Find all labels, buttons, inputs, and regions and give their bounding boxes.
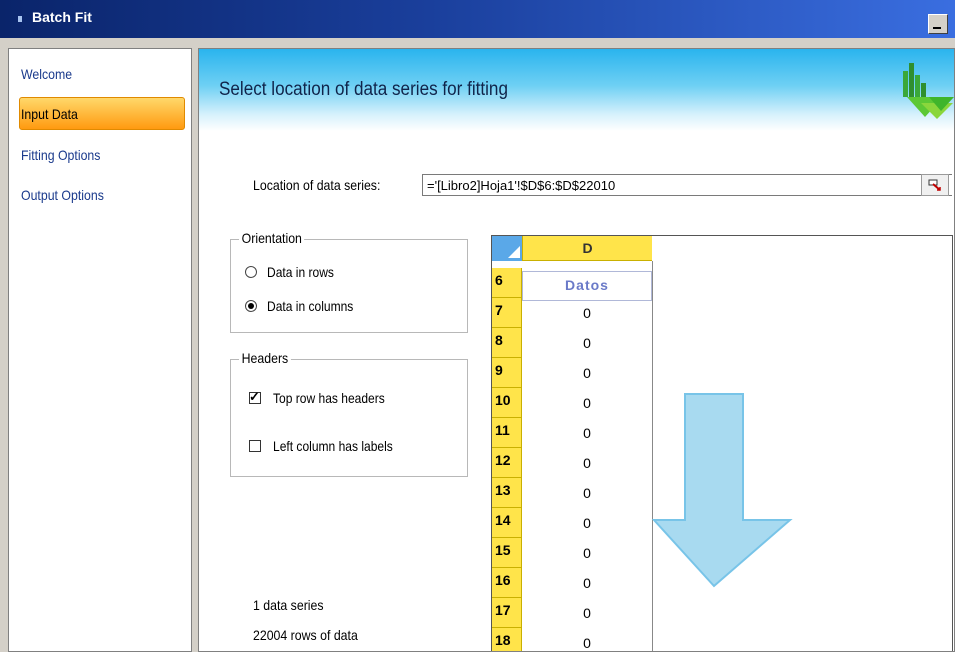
row-number: 8 (492, 328, 522, 358)
data-cell: 0 (583, 515, 591, 531)
minimize-icon (933, 27, 941, 29)
header-banner: Select location of data series for fitti… (199, 49, 954, 131)
data-cell: 0 (583, 635, 591, 651)
data-cell: 0 (583, 485, 591, 501)
rows-count: 22004 rows of data (253, 627, 358, 643)
top-row-headers-checkbox[interactable]: ✓ (249, 389, 261, 404)
data-cell: 0 (583, 605, 591, 621)
sidebar-item-output-options[interactable]: Output Options (21, 187, 104, 203)
location-input[interactable] (422, 174, 952, 196)
orientation-columns-option[interactable]: Data in columns (245, 298, 367, 314)
data-cell: 0 (583, 305, 591, 321)
sheet-preview: D 6 7 8 9 10 11 12 13 14 15 16 17 18 Dat… (491, 235, 953, 651)
row-number: 11 (492, 418, 522, 448)
top-row-headers-label: Top row has headers (273, 390, 385, 406)
data-cell: 0 (583, 365, 591, 381)
data-cell: 0 (583, 335, 591, 351)
row-number: 13 (492, 478, 522, 508)
distribution-fit-logo-icon (903, 63, 954, 119)
row-number: 10 (492, 388, 522, 418)
headers-legend: Headers (239, 350, 291, 366)
headers-group: Headers ✓ Top row has headers Left colum… (230, 350, 468, 477)
left-column-labels-option[interactable]: Left column has labels (249, 438, 412, 454)
row-number: 18 (492, 628, 522, 651)
page-title: Select location of data series for fitti… (219, 79, 508, 100)
data-cell: 0 (583, 395, 591, 411)
left-column-labels-checkbox[interactable] (249, 440, 261, 452)
data-header-cell: Datos (522, 271, 652, 301)
down-arrow-icon (651, 393, 793, 588)
location-label: Location of data series: (253, 177, 381, 193)
top-row-headers-option[interactable]: ✓ Top row has headers (249, 390, 403, 406)
title-bar: Batch Fit (0, 0, 955, 38)
rows-radio[interactable] (245, 266, 257, 278)
row-number: 17 (492, 598, 522, 628)
main-panel: Select location of data series for fitti… (198, 48, 955, 652)
range-select-button[interactable] (921, 174, 949, 196)
row-number: 7 (492, 298, 522, 328)
orientation-legend: Orientation (239, 230, 305, 246)
series-count: 1 data series (253, 597, 324, 613)
columns-radio[interactable] (245, 300, 257, 312)
minimize-button[interactable] (928, 14, 948, 34)
rows-radio-label: Data in rows (267, 264, 334, 280)
column-header-d: D (522, 236, 652, 261)
data-cell: 0 (583, 545, 591, 561)
checkmark-icon: ✓ (249, 389, 260, 404)
orientation-group: Orientation Data in rows Data in columns (230, 230, 468, 333)
row-number: 6 (492, 268, 522, 298)
row-number: 9 (492, 358, 522, 388)
collapse-range-icon (928, 179, 941, 191)
data-cell: 0 (583, 425, 591, 441)
row-number: 12 (492, 448, 522, 478)
sidebar-item-input-data[interactable]: Input Data (21, 106, 78, 122)
orientation-rows-option[interactable]: Data in rows (245, 264, 345, 280)
window-title: Batch Fit (32, 9, 92, 25)
select-all-corner[interactable] (492, 236, 522, 261)
data-cell: 0 (583, 575, 591, 591)
row-number: 16 (492, 568, 522, 598)
sidebar-item-welcome[interactable]: Welcome (21, 66, 72, 82)
row-number: 15 (492, 538, 522, 568)
columns-radio-label: Data in columns (267, 298, 354, 314)
wizard-sidebar: Welcome Input Data Fitting Options Outpu… (8, 48, 192, 652)
sidebar-item-fitting-options[interactable]: Fitting Options (21, 147, 100, 163)
row-number: 14 (492, 508, 522, 538)
data-cell: 0 (583, 455, 591, 471)
app-icon (18, 16, 22, 22)
left-column-labels-label: Left column has labels (273, 438, 393, 454)
